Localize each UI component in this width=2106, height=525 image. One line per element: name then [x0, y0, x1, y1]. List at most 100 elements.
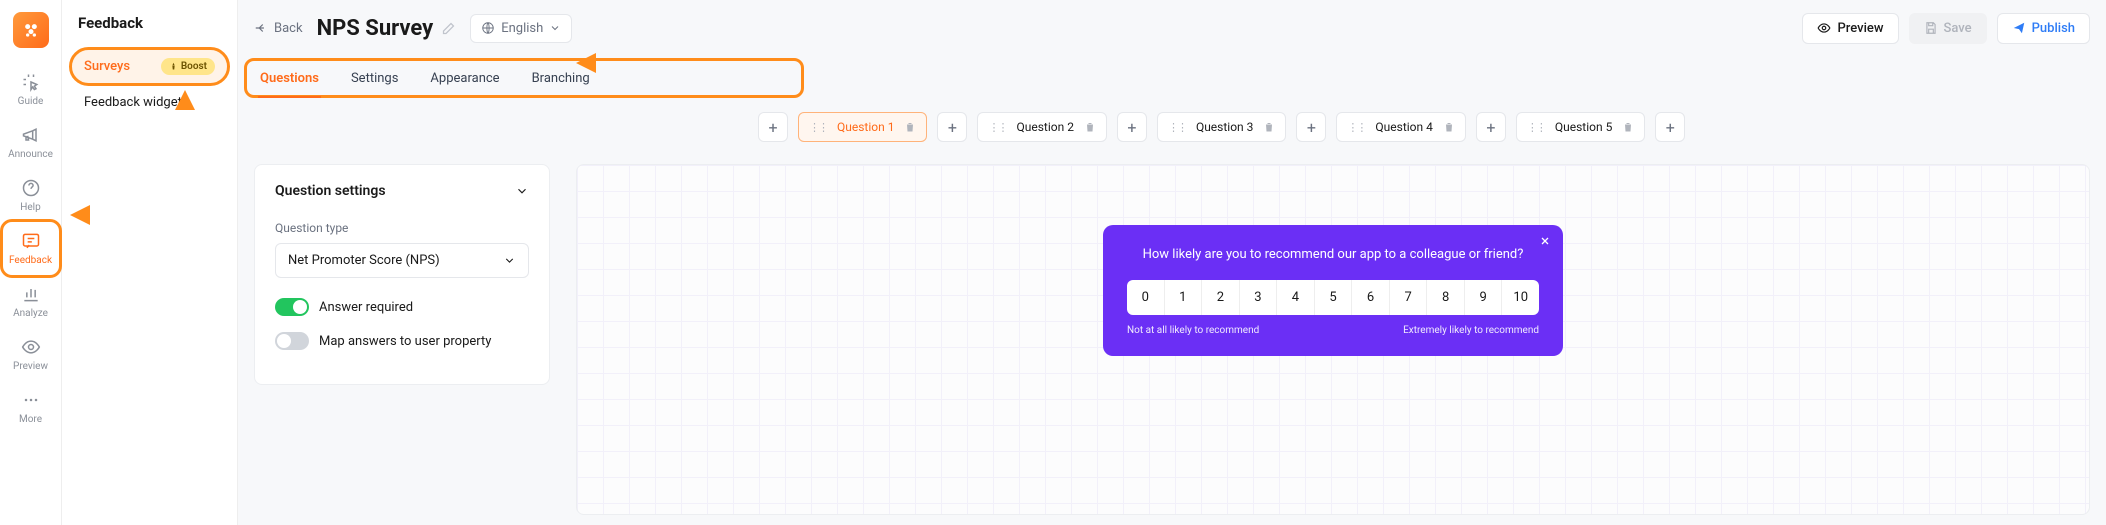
save-button: Save [1909, 13, 1987, 44]
top-actions: Preview Save Publish [1802, 13, 2090, 44]
rocket-icon [169, 62, 178, 71]
tabbar: Questions Settings Appearance Branching [238, 56, 2106, 100]
rail-item-preview[interactable]: Preview [6, 329, 56, 380]
trash-icon[interactable] [1622, 121, 1634, 133]
question-type-label: Question type [275, 221, 529, 235]
chevron-down-icon [549, 22, 561, 34]
add-question-before[interactable]: + [758, 112, 788, 142]
grip-icon[interactable]: ⋮⋮ [1168, 121, 1186, 134]
nps-scale: 0 1 2 3 4 5 6 7 8 9 10 [1127, 280, 1539, 315]
rail-label: Announce [8, 149, 53, 160]
globe-icon [481, 21, 495, 35]
nps-option-9[interactable]: 9 [1465, 280, 1503, 315]
nps-option-3[interactable]: 3 [1240, 280, 1278, 315]
add-question-button[interactable]: + [1117, 112, 1147, 142]
sidebar-title: Feedback [72, 14, 227, 32]
nps-option-1[interactable]: 1 [1165, 280, 1203, 315]
help-circle-icon [21, 178, 41, 198]
rail-item-help[interactable]: Help [6, 170, 56, 221]
rail-label: Guide [18, 96, 44, 107]
topbar: Back NPS Survey English Preview Save Pub… [238, 0, 2106, 56]
question-strip: + ⋮⋮ Question 1 + ⋮⋮ Question 2 + ⋮⋮ Que… [238, 100, 2106, 154]
back-button[interactable]: Back [254, 21, 303, 36]
rail-label: Analyze [13, 308, 48, 319]
nps-labels: Not at all likely to recommend Extremely… [1127, 325, 1539, 336]
answer-required-row: Answer required [275, 298, 529, 316]
nps-option-4[interactable]: 4 [1277, 280, 1315, 315]
nps-option-0[interactable]: 0 [1127, 280, 1165, 315]
rail-label: Feedback [9, 255, 52, 266]
add-question-button[interactable]: + [937, 112, 967, 142]
arrow-left-icon [254, 21, 268, 35]
trash-icon[interactable] [1443, 121, 1455, 133]
rail-item-announce[interactable]: Announce [6, 117, 56, 168]
megaphone-icon [21, 125, 41, 145]
survey-question-text: How likely are you to recommend our app … [1127, 247, 1539, 262]
rail-label: Help [20, 202, 40, 213]
highlight-box [244, 58, 804, 98]
grip-icon[interactable]: ⋮⋮ [809, 121, 827, 134]
nps-option-8[interactable]: 8 [1427, 280, 1465, 315]
workarea: Question settings Question type Net Prom… [238, 154, 2106, 525]
rail-label: More [19, 414, 42, 425]
trash-icon[interactable] [1084, 121, 1096, 133]
main: Back NPS Survey English Preview Save Pub… [238, 0, 2106, 525]
boost-badge[interactable]: Boost [161, 58, 215, 75]
sidebar-item-label: Feedback widget [84, 95, 182, 110]
nps-low-label: Not at all likely to recommend [1127, 325, 1259, 336]
page-title: NPS Survey [317, 16, 434, 41]
save-icon [1924, 21, 1938, 35]
add-question-after[interactable]: + [1655, 112, 1685, 142]
sidebar-item-feedback-widget[interactable]: Feedback widget [72, 87, 227, 118]
tab-branching[interactable]: Branching [530, 61, 592, 96]
pencil-icon[interactable] [441, 21, 456, 36]
question-chip-5[interactable]: ⋮⋮ Question 5 [1516, 112, 1645, 142]
tab-appearance[interactable]: Appearance [428, 61, 501, 96]
close-icon[interactable] [1539, 235, 1551, 251]
grape-icon [21, 20, 41, 40]
grip-icon[interactable]: ⋮⋮ [1347, 121, 1365, 134]
trash-icon[interactable] [1263, 121, 1275, 133]
language-select[interactable]: English [470, 14, 572, 43]
question-chip-3[interactable]: ⋮⋮ Question 3 [1157, 112, 1286, 142]
rail-item-analyze[interactable]: Analyze [6, 276, 56, 327]
question-settings-panel: Question settings Question type Net Prom… [254, 164, 550, 385]
tab-settings[interactable]: Settings [349, 61, 400, 96]
dots-icon [21, 390, 41, 410]
question-chip-1[interactable]: ⋮⋮ Question 1 [798, 112, 927, 142]
nav-rail: Guide Announce Help Feedback Analyze Pre… [0, 0, 62, 525]
preview-button[interactable]: Preview [1802, 13, 1898, 44]
rail-item-more[interactable]: More [6, 382, 56, 433]
feedback-icon [21, 231, 41, 251]
nps-option-7[interactable]: 7 [1390, 280, 1428, 315]
send-icon [2012, 21, 2026, 35]
add-question-button[interactable]: + [1296, 112, 1326, 142]
cursor-click-icon [21, 72, 41, 92]
app-logo[interactable] [13, 12, 49, 48]
question-type-select[interactable]: Net Promoter Score (NPS) [275, 243, 529, 278]
add-question-button[interactable]: + [1476, 112, 1506, 142]
settings-panel-header[interactable]: Question settings [275, 183, 529, 199]
nps-option-5[interactable]: 5 [1315, 280, 1353, 315]
sidebar-item-label: Surveys [84, 59, 130, 74]
tab-questions[interactable]: Questions [258, 61, 321, 96]
nps-option-6[interactable]: 6 [1352, 280, 1390, 315]
bar-chart-icon [21, 284, 41, 304]
nps-option-2[interactable]: 2 [1202, 280, 1240, 315]
grip-icon[interactable]: ⋮⋮ [988, 121, 1006, 134]
chevron-down-icon [515, 184, 529, 198]
sidebar-item-surveys[interactable]: Surveys Boost [72, 50, 227, 83]
map-answers-row: Map answers to user property [275, 332, 529, 350]
trash-icon[interactable] [904, 121, 916, 133]
grip-icon[interactable]: ⋮⋮ [1527, 121, 1545, 134]
answer-required-toggle[interactable] [275, 298, 309, 316]
map-answers-toggle[interactable] [275, 332, 309, 350]
nps-option-10[interactable]: 10 [1502, 280, 1539, 315]
question-chip-2[interactable]: ⋮⋮ Question 2 [977, 112, 1106, 142]
rail-item-guide[interactable]: Guide [6, 64, 56, 115]
nps-survey-card: How likely are you to recommend our app … [1103, 225, 1563, 356]
publish-button[interactable]: Publish [1997, 13, 2090, 44]
chevron-down-icon [503, 254, 516, 267]
question-chip-4[interactable]: ⋮⋮ Question 4 [1336, 112, 1465, 142]
rail-item-feedback[interactable]: Feedback [6, 223, 56, 274]
